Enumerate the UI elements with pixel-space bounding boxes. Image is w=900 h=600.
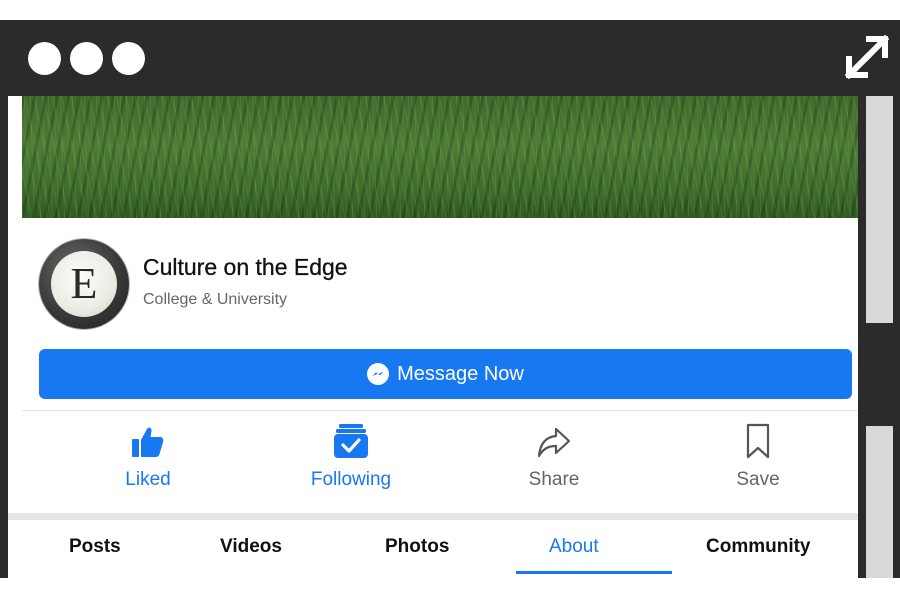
browser-window: E Culture on the Edge College & Universi…	[0, 20, 900, 578]
tab-community[interactable]: Community	[706, 536, 811, 558]
tab-posts[interactable]: Posts	[69, 536, 121, 558]
window-dot-close[interactable]	[28, 42, 61, 75]
window-dot-minimize[interactable]	[70, 42, 103, 75]
divider	[22, 410, 858, 411]
save-button[interactable]: Save	[678, 420, 838, 491]
save-label: Save	[736, 469, 780, 490]
liked-button[interactable]: Liked	[68, 420, 228, 491]
thumbs-up-icon	[68, 420, 228, 460]
share-button[interactable]: Share	[474, 420, 634, 491]
scrollbar-track-lower[interactable]	[866, 426, 893, 578]
page-category: College & University	[143, 291, 288, 308]
avatar-face: E	[51, 251, 117, 317]
following-button[interactable]: Following	[271, 420, 431, 491]
page-actions: Liked Following Share Save	[22, 420, 858, 520]
page-viewport: E Culture on the Edge College & Universi…	[8, 96, 858, 578]
share-arrow-icon	[474, 420, 634, 460]
tab-about[interactable]: About	[549, 536, 599, 558]
left-margin	[8, 96, 22, 578]
message-now-button[interactable]: Message Now	[39, 349, 852, 399]
bookmark-icon	[678, 420, 838, 460]
scrollbar-track-upper[interactable]	[866, 96, 893, 323]
page-tabs: Posts Videos Photos About Community	[22, 520, 858, 578]
tab-videos[interactable]: Videos	[220, 536, 282, 558]
expand-icon[interactable]	[843, 33, 891, 81]
messenger-icon	[367, 363, 390, 385]
message-now-label: Message Now	[397, 362, 524, 385]
active-tab-indicator	[516, 571, 672, 574]
avatar[interactable]: E	[39, 239, 129, 329]
following-label: Following	[310, 469, 392, 490]
section-separator	[8, 513, 858, 520]
liked-label: Liked	[125, 469, 171, 490]
following-inbox-icon	[271, 420, 431, 460]
window-dot-maximize[interactable]	[112, 42, 145, 75]
tab-photos[interactable]: Photos	[385, 536, 449, 558]
window-controls	[28, 42, 145, 75]
page-title[interactable]: Culture on the Edge	[143, 254, 348, 281]
cover-photo[interactable]	[22, 96, 858, 218]
share-label: Share	[528, 469, 580, 490]
avatar-letter: E	[70, 259, 98, 308]
